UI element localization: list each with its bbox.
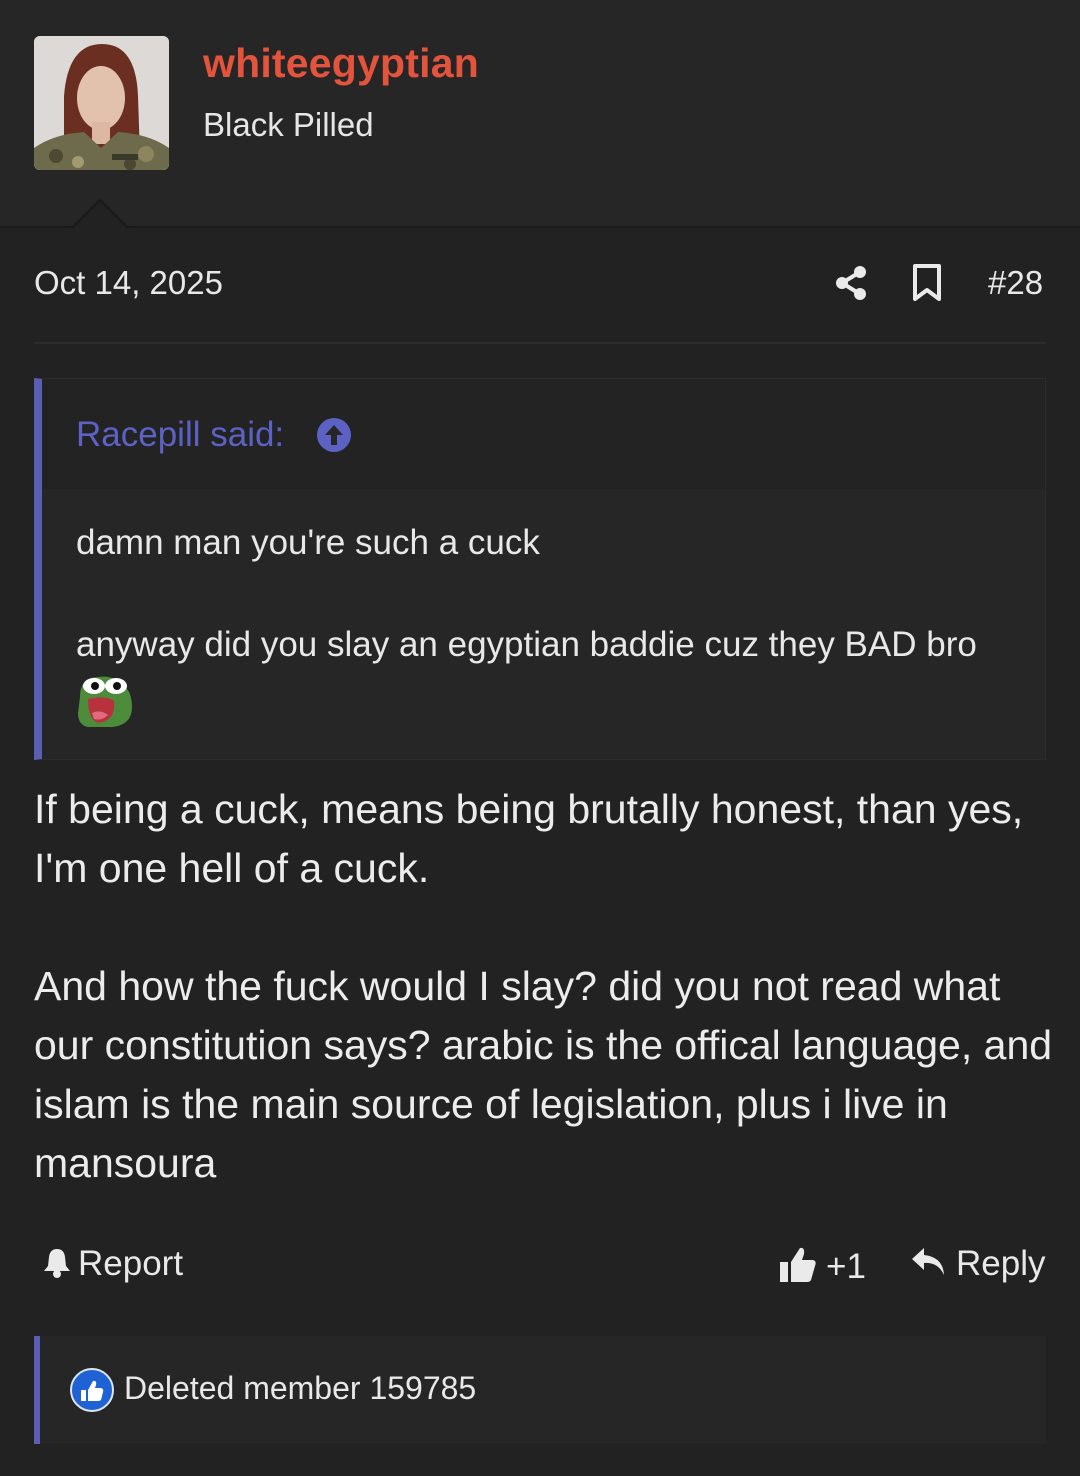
post-date[interactable]: Oct 14, 2025 (34, 264, 223, 302)
post-header: whiteegyptian Black Pilled (0, 0, 1080, 228)
share-icon[interactable] (832, 264, 870, 302)
quote-block: Racepill said: damn man you're such a cu… (34, 378, 1046, 760)
like-reaction-icon (70, 1368, 114, 1412)
report-label: Report (78, 1244, 184, 1283)
reply-button[interactable]: Reply (910, 1244, 1045, 1284)
post-paragraph: If being a cuck, means being brutally ho… (34, 786, 1024, 891)
post-paragraph: And how the fuck would I slay? did you n… (34, 963, 1053, 1186)
quote-author-link[interactable]: Racepill said: (76, 415, 284, 455)
like-count: +1 (826, 1246, 866, 1286)
user-avatar[interactable] (34, 36, 169, 170)
pog-frog-emoji (76, 671, 134, 729)
thumbs-up-icon (778, 1244, 818, 1289)
bookmark-icon[interactable] (910, 263, 944, 303)
username[interactable]: whiteegyptian (203, 40, 479, 87)
user-title: Black Pilled (203, 106, 374, 143)
reply-arrow-icon (910, 1245, 946, 1284)
quote-text-line: anyway did you slay an egyptian baddie c… (76, 625, 977, 664)
post-number[interactable]: #28 (988, 264, 1043, 302)
reactions-bar: Deleted member 159785 (34, 1336, 1046, 1444)
reaction-member-link[interactable]: Deleted member 159785 (124, 1370, 476, 1407)
arrow-up-circle-icon[interactable] (316, 417, 352, 453)
like-button[interactable]: +1 (778, 1244, 866, 1289)
divider (34, 342, 1046, 344)
header-pointer-fill (72, 202, 128, 230)
post-body: If being a cuck, means being brutally ho… (34, 780, 1064, 1193)
report-button[interactable]: Report (40, 1244, 183, 1284)
bell-icon (40, 1245, 74, 1284)
reply-label: Reply (956, 1244, 1046, 1283)
quote-text-line: damn man you're such a cuck (76, 523, 540, 562)
